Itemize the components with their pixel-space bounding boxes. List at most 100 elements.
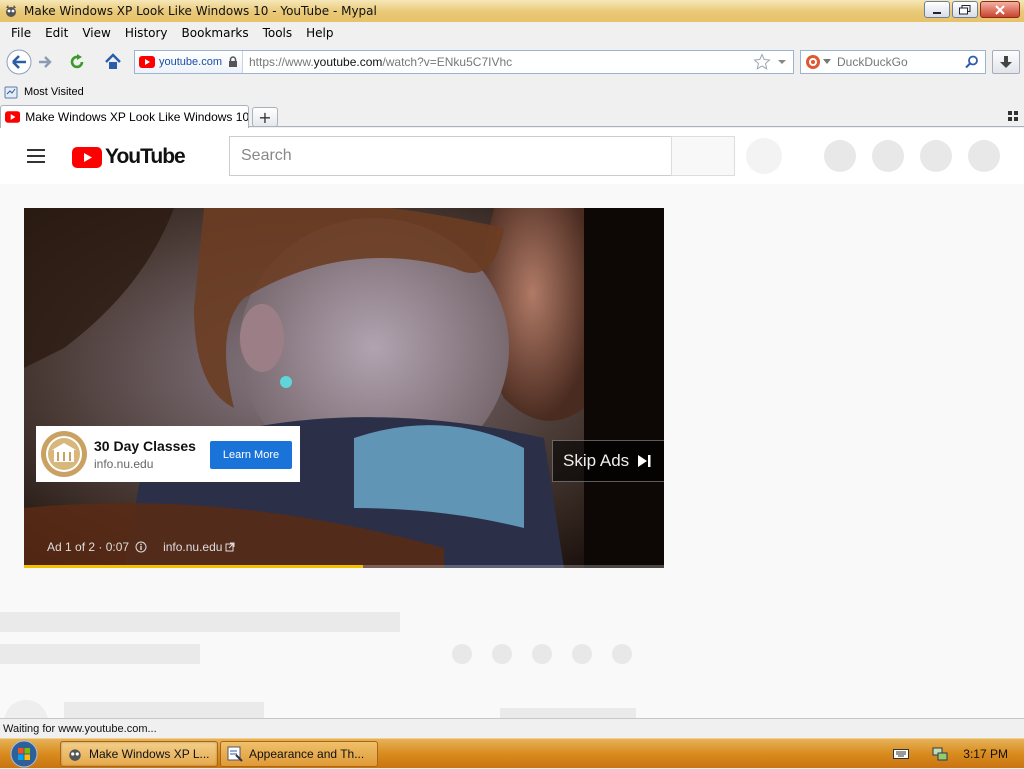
download-arrow-icon	[1000, 56, 1012, 68]
minimize-button[interactable]	[924, 1, 950, 18]
maximize-button[interactable]	[952, 1, 978, 18]
youtube-logo-text: YouTube	[105, 145, 186, 168]
ad-card-domain: info.nu.edu	[94, 456, 154, 471]
network-icon[interactable]	[931, 746, 949, 762]
menu-help[interactable]: Help	[299, 26, 340, 40]
window-titlebar[interactable]: Make Windows XP Look Like Windows 10 - Y…	[0, 0, 1024, 22]
subscribe-skeleton	[500, 708, 636, 718]
taskbar-item-mypal[interactable]: Make Windows XP L...	[60, 741, 218, 767]
tab-label: Make Windows XP Look Like Windows 10...	[25, 110, 248, 124]
close-button[interactable]	[980, 1, 1020, 18]
menu-history[interactable]: History	[118, 26, 175, 40]
guide-menu-button[interactable]	[27, 149, 45, 163]
menu-view[interactable]: View	[75, 26, 117, 40]
page-content: YouTube Search 30 Day Classes info.nu.ed…	[0, 128, 1024, 718]
apps-button-placeholder[interactable]	[872, 140, 904, 172]
address-bar[interactable]: youtube.com https://www.youtube.com/watc…	[134, 50, 794, 74]
tab-strip: Make Windows XP Look Like Windows 10... …	[0, 103, 1024, 128]
tab-groups-icon[interactable]	[1008, 111, 1018, 121]
url-host: youtube.com	[313, 55, 383, 69]
youtube-logo[interactable]: YouTube	[72, 145, 186, 169]
status-text: Waiting for www.youtube.com...	[3, 722, 157, 735]
url-prefix: https://www.	[248, 55, 314, 69]
skip-ads-button[interactable]: Skip Ads	[552, 440, 664, 482]
window-title: Make Windows XP Look Like Windows 10 - Y…	[24, 4, 377, 18]
menu-file[interactable]: File	[4, 26, 38, 40]
ad-counter: Ad 1 of 2 · 0:07	[47, 540, 130, 554]
keyboard-icon[interactable]	[893, 748, 910, 760]
menu-tools[interactable]: Tools	[256, 26, 300, 40]
reload-button[interactable]	[62, 49, 92, 75]
system-tray: 3:17 PM	[893, 739, 1024, 769]
info-icon[interactable]	[135, 541, 147, 553]
status-bar: Waiting for www.youtube.com...	[0, 718, 1024, 738]
ad-advertiser-link[interactable]: info.nu.edu	[163, 540, 222, 554]
ad-overlay-card[interactable]: 30 Day Classes info.nu.edu Learn More	[36, 426, 300, 482]
control-panel-icon	[227, 746, 243, 762]
bookmark-most-visited[interactable]: Most Visited	[4, 85, 84, 99]
duckduckgo-engine-icon[interactable]	[805, 54, 821, 70]
site-identity-domain: youtube.com	[159, 56, 222, 68]
ad-progress-fill	[24, 565, 364, 568]
menu-bar: File Edit View History Bookmarks Tools H…	[0, 22, 1024, 44]
site-identity-button[interactable]: youtube.com	[135, 51, 243, 73]
ad-info-bar: Ad 1 of 2 · 0:07 info.nu.edu	[47, 540, 235, 554]
create-button-placeholder[interactable]	[824, 140, 856, 172]
search-icon[interactable]	[965, 55, 979, 69]
plus-icon: +	[258, 107, 272, 127]
notifications-button-placeholder[interactable]	[920, 140, 952, 172]
mypal-app-icon	[69, 749, 81, 761]
action-skeleton	[532, 644, 552, 664]
bookmark-star-icon[interactable]	[753, 53, 771, 71]
ad-card-title[interactable]: 30 Day Classes	[94, 438, 204, 454]
bookmarks-toolbar: Most Visited	[0, 82, 1024, 102]
new-tab-button[interactable]: +	[252, 107, 278, 127]
close-icon	[995, 4, 1005, 15]
ad-progress-bar[interactable]	[24, 565, 664, 568]
menu-edit[interactable]: Edit	[38, 26, 75, 40]
tab-youtube-video[interactable]: Make Windows XP Look Like Windows 10...	[0, 105, 249, 128]
youtube-search-button[interactable]	[671, 136, 735, 176]
downloads-button[interactable]	[992, 50, 1020, 74]
search-bar-placeholder: DuckDuckGo	[837, 55, 908, 69]
taskbar: Make Windows XP L... Appearance and Th..…	[0, 738, 1024, 768]
youtube-favicon-icon	[5, 111, 21, 123]
university-seal-icon	[41, 431, 87, 477]
skip-next-icon	[638, 455, 651, 467]
title-skeleton	[0, 612, 400, 632]
back-button[interactable]	[4, 49, 34, 75]
start-button[interactable]	[4, 740, 44, 768]
url-dropdown-icon[interactable]	[775, 57, 789, 67]
back-arrow-icon	[6, 49, 32, 75]
action-skeleton	[452, 644, 472, 664]
taskbar-item-appearance[interactable]: Appearance and Th...	[220, 741, 378, 767]
action-skeleton	[572, 644, 592, 664]
action-skeleton	[612, 644, 632, 664]
channel-avatar-skeleton	[4, 700, 48, 718]
folder-icon	[4, 86, 18, 99]
forward-arrow-icon	[39, 56, 52, 68]
skip-ads-label: Skip Ads	[563, 451, 630, 470]
youtube-play-logo-icon	[72, 146, 102, 168]
youtube-search-input[interactable]: Search	[229, 136, 672, 176]
windows-start-orb-icon	[10, 740, 38, 768]
lock-icon	[228, 56, 237, 67]
meta-skeleton	[0, 644, 200, 664]
mypal-app-icon	[6, 5, 16, 17]
url-text[interactable]: https://www.youtube.com/watch?v=ENku5C7I…	[243, 55, 753, 69]
youtube-search-placeholder: Search	[241, 147, 292, 164]
home-button[interactable]	[98, 49, 128, 75]
video-player[interactable]: 30 Day Classes info.nu.edu Learn More Sk…	[24, 208, 664, 568]
reload-icon	[70, 54, 84, 69]
menu-bookmarks[interactable]: Bookmarks	[175, 26, 256, 40]
taskbar-clock[interactable]: 3:17 PM	[963, 747, 1008, 761]
account-avatar-placeholder[interactable]	[968, 140, 1000, 172]
bookmark-label: Most Visited	[24, 86, 84, 98]
youtube-favicon-icon	[139, 56, 155, 68]
restore-icon	[959, 4, 971, 14]
forward-button[interactable]	[34, 49, 56, 75]
learn-more-button[interactable]: Learn More	[210, 441, 292, 469]
action-skeleton	[492, 644, 512, 664]
search-bar[interactable]: DuckDuckGo	[800, 50, 986, 74]
voice-search-placeholder[interactable]	[746, 138, 782, 174]
